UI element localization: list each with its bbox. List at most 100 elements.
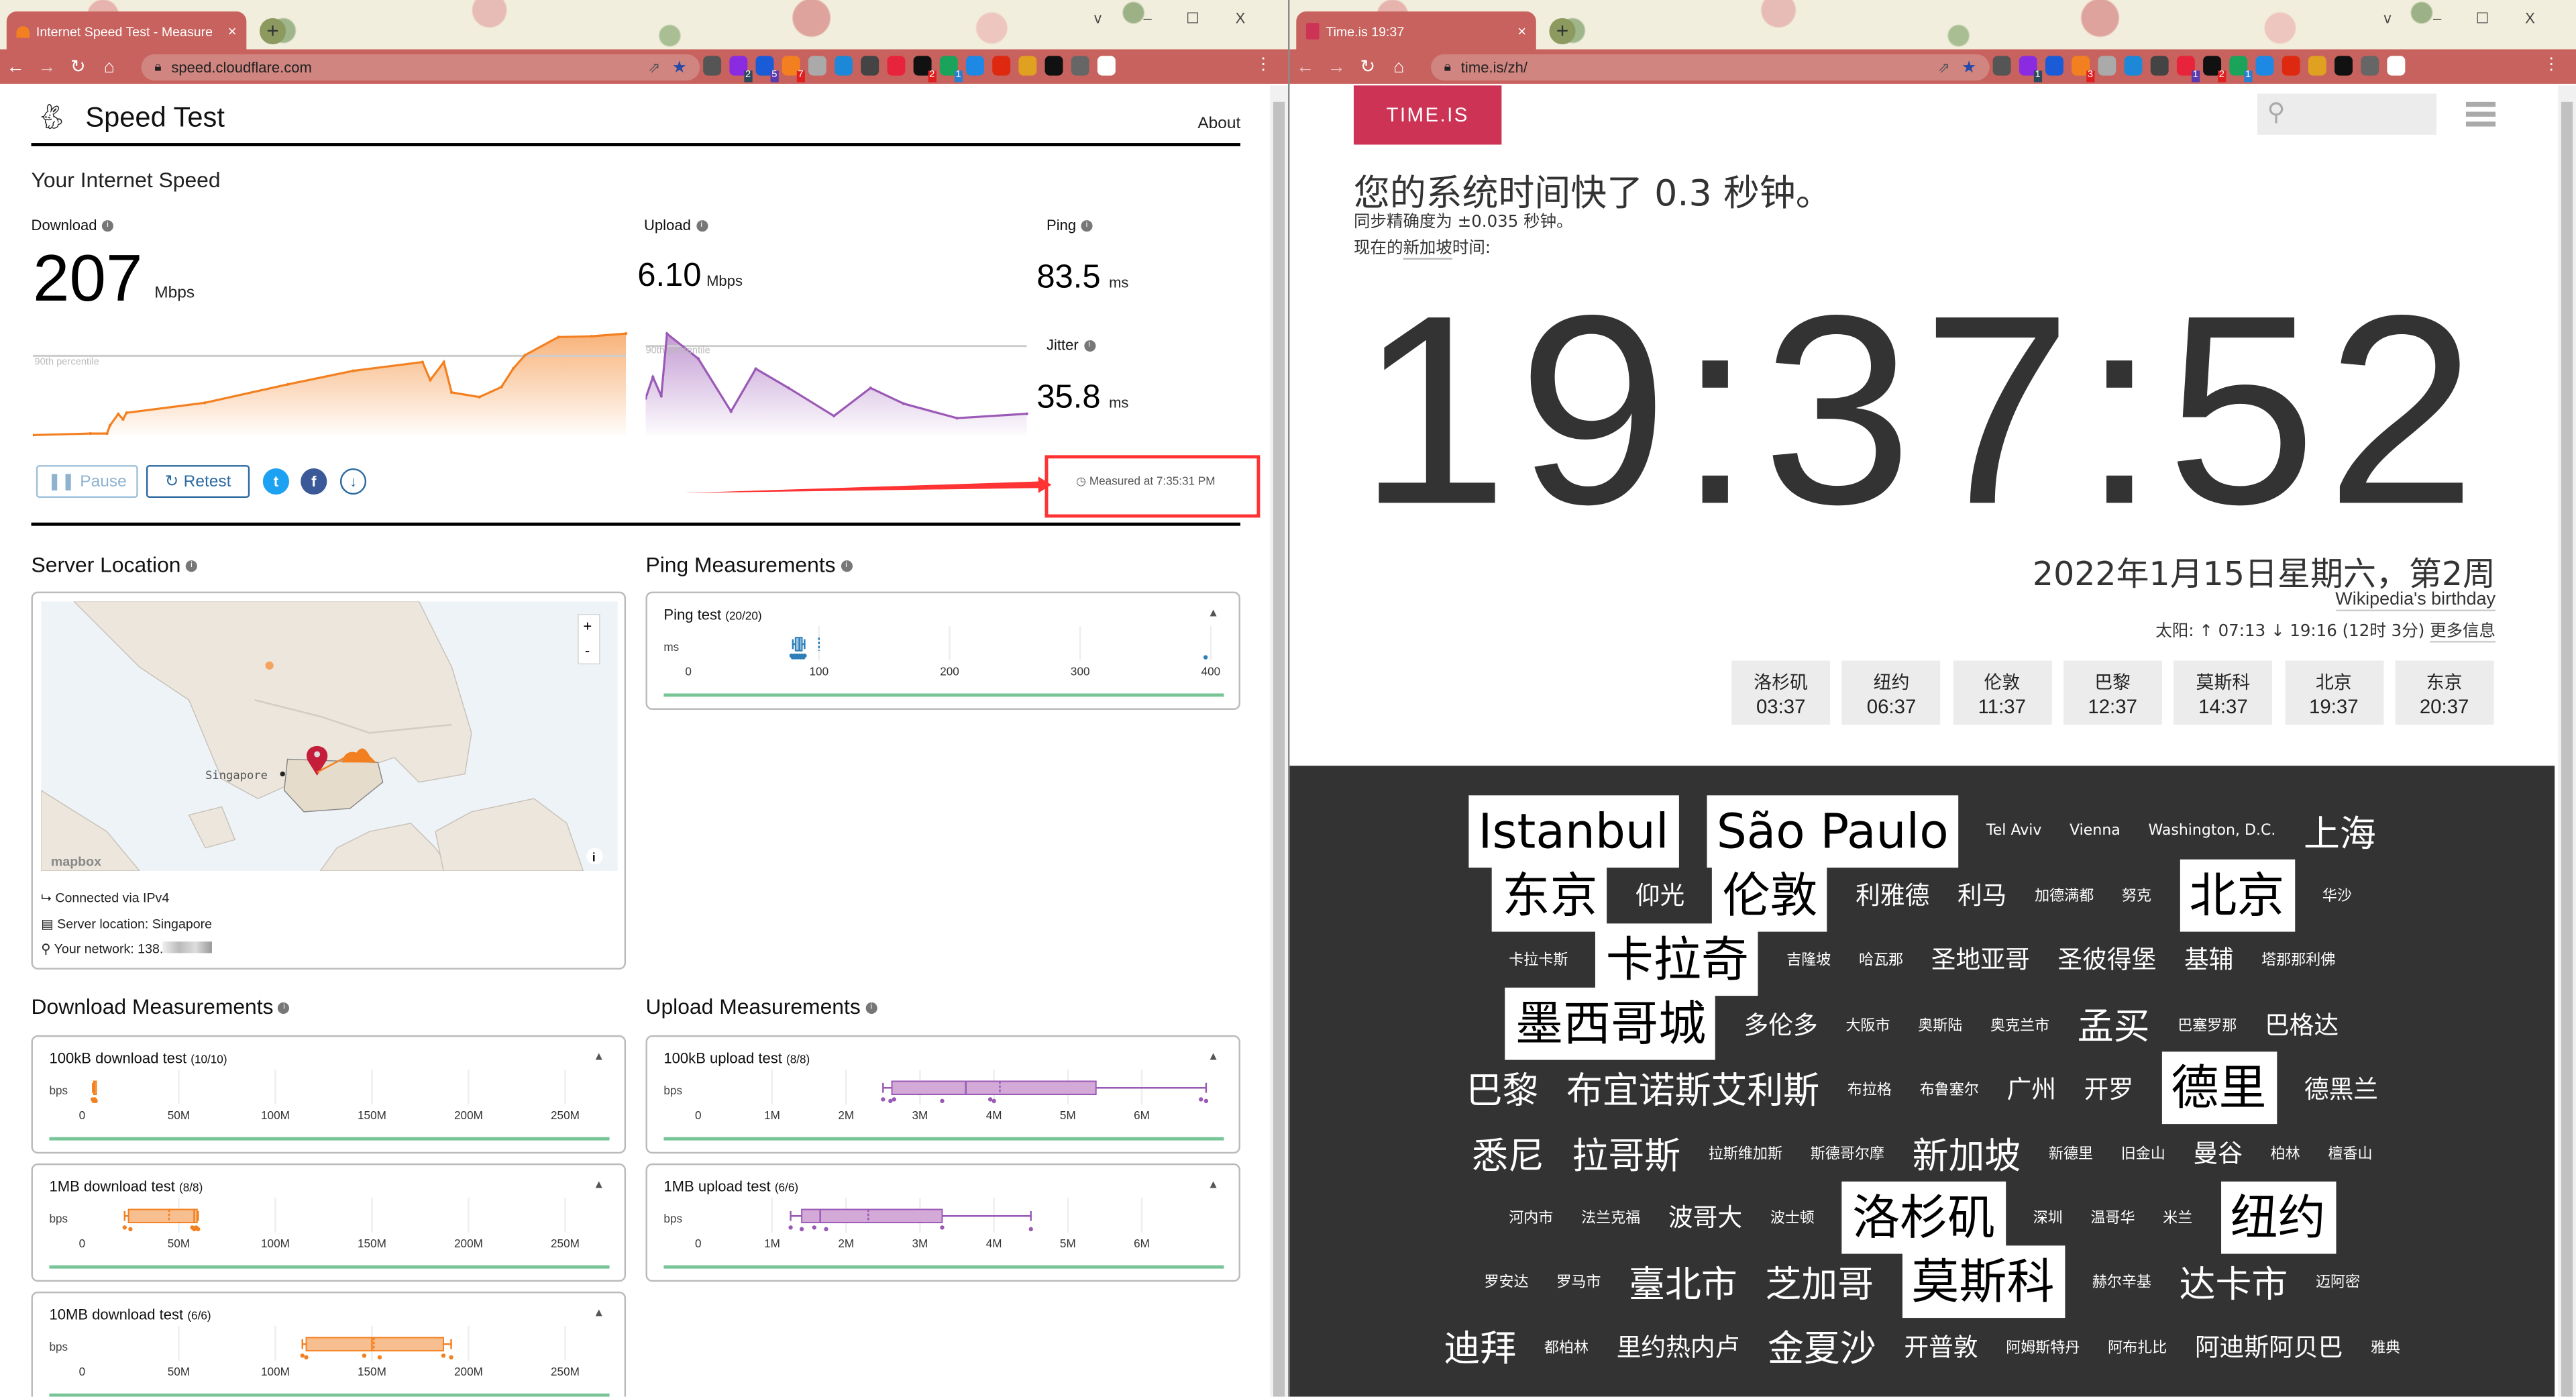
city-link[interactable]: 新加坡 xyxy=(1913,1127,2021,1179)
city-link[interactable]: Tel Aviv xyxy=(1986,823,2041,839)
city-link[interactable]: Washington, D.C. xyxy=(2148,823,2275,839)
holiday-link[interactable]: Wikipedia's birthday xyxy=(2335,590,2496,612)
browser-menu-icon[interactable]: ⋮ xyxy=(1255,56,1271,74)
city-link[interactable]: 悉尼 xyxy=(1472,1127,1544,1179)
extension-icon[interactable] xyxy=(1018,56,1037,76)
maximize-icon[interactable]: ☐ xyxy=(2476,10,2489,28)
city-link[interactable]: 都柏林 xyxy=(1544,1335,1589,1356)
reload-icon[interactable]: ↻ xyxy=(62,56,94,77)
city-link[interactable]: 法兰克福 xyxy=(1581,1206,1640,1227)
city-clock-box[interactable]: 东京 20:37 xyxy=(2395,660,2494,725)
city-link[interactable]: 努克 xyxy=(2122,884,2151,905)
city-link[interactable]: 阿姆斯特丹 xyxy=(2006,1335,2080,1356)
city-link[interactable]: 利马 xyxy=(1957,878,2007,912)
city-link[interactable]: 拉斯维加斯 xyxy=(1709,1142,1782,1163)
city-link[interactable]: 德里 xyxy=(2161,1052,2277,1125)
extension-icon[interactable] xyxy=(2387,56,2406,76)
tab-speed-test[interactable]: Internet Speed Test - Measure × xyxy=(6,11,247,51)
city-link[interactable]: 开普敦 xyxy=(1904,1329,1978,1363)
extension-icon[interactable] xyxy=(2150,56,2169,76)
city-clock-box[interactable]: 莫斯科 14:37 xyxy=(2174,660,2273,725)
city-link[interactable]: 圣彼得堡 xyxy=(2057,942,2156,976)
city-link[interactable]: 东京 xyxy=(1492,859,1608,931)
city-link[interactable]: 迈阿密 xyxy=(2316,1271,2360,1292)
city-link[interactable]: 上海 xyxy=(2304,805,2376,857)
city-link[interactable]: 加德满都 xyxy=(2035,884,2094,905)
extension-icon[interactable] xyxy=(2361,56,2379,76)
city-link[interactable]: 米兰 xyxy=(2163,1206,2192,1227)
info-icon[interactable]: i xyxy=(185,560,198,572)
address-bar[interactable]: 🔒︎ time.is/zh/ ⇗ ★ xyxy=(1431,54,1990,81)
city-link[interactable]: 巴黎 xyxy=(1466,1062,1539,1115)
minimize-icon[interactable]: – xyxy=(2433,10,2441,26)
share-icon[interactable]: ⇗ xyxy=(648,58,660,76)
minimize-icon[interactable]: – xyxy=(1144,10,1152,26)
city-link[interactable]: 多伦多 xyxy=(1743,1006,1817,1041)
about-link[interactable]: About xyxy=(1197,115,1240,133)
city-link[interactable]: 开罗 xyxy=(2084,1071,2134,1105)
city-link[interactable]: 莫斯科 xyxy=(1901,1245,2065,1318)
extension-icon[interactable]: 1 xyxy=(2019,56,2043,83)
location-city-link[interactable]: 新加坡 xyxy=(1403,240,1452,260)
close-window-icon[interactable]: X xyxy=(2525,10,2535,26)
address-bar[interactable]: 🔒︎ speed.cloudflare.com ⇗ ★ xyxy=(141,54,700,81)
city-clock-box[interactable]: 伦敦 11:37 xyxy=(1952,660,2051,725)
city-link[interactable]: São Paulo xyxy=(1707,794,1959,867)
extension-icon[interactable] xyxy=(2308,56,2326,76)
city-link[interactable]: 墨西哥城 xyxy=(1505,988,1716,1060)
close-window-icon[interactable]: X xyxy=(1236,10,1246,26)
extension-icon[interactable] xyxy=(1992,56,2011,76)
scrollbar-thumb[interactable] xyxy=(2561,101,2573,1397)
back-icon[interactable]: ← xyxy=(1289,56,1321,76)
facebook-share-icon[interactable]: f xyxy=(301,468,327,495)
city-link[interactable]: 纽约 xyxy=(2220,1181,2336,1253)
mapbox-attribution-logo[interactable]: mapbox xyxy=(51,855,101,870)
city-link[interactable]: 洛杉矶 xyxy=(1842,1181,2006,1253)
city-clock-box[interactable]: 巴黎 12:37 xyxy=(2063,660,2162,725)
city-clock-box[interactable]: 纽约 06:37 xyxy=(1842,660,1941,725)
forward-icon[interactable]: → xyxy=(32,56,63,76)
city-clock-box[interactable]: 洛杉矶 03:37 xyxy=(1731,660,1831,725)
extension-icon[interactable] xyxy=(1071,56,1089,76)
city-link[interactable]: 斯德哥尔摩 xyxy=(1811,1142,1884,1163)
city-link[interactable]: 卡拉奇 xyxy=(1596,923,1759,996)
city-link[interactable]: 芝加哥 xyxy=(1765,1255,1874,1308)
extension-icon[interactable] xyxy=(835,56,853,76)
extension-icon[interactable] xyxy=(2124,56,2143,76)
info-icon[interactable]: i xyxy=(840,560,853,572)
city-link[interactable]: 德黑兰 xyxy=(2304,1071,2378,1105)
info-icon[interactable]: i xyxy=(278,1002,290,1015)
extension-icon[interactable]: 2 xyxy=(2203,56,2226,83)
extension-icon[interactable]: 2 xyxy=(913,56,936,83)
city-link[interactable]: 塔那那利佛 xyxy=(2261,949,2335,970)
new-tab-button[interactable]: + xyxy=(259,17,286,45)
extension-icon[interactable] xyxy=(2334,56,2353,76)
info-icon[interactable]: i xyxy=(1081,220,1093,232)
city-link[interactable]: 雅典 xyxy=(2371,1335,2400,1356)
pause-button[interactable]: ❚❚ Pause xyxy=(36,465,138,499)
info-icon[interactable]: i xyxy=(101,220,114,232)
city-link[interactable]: 臺北市 xyxy=(1629,1255,1737,1308)
city-link[interactable]: 布拉格 xyxy=(1847,1078,1892,1098)
city-link[interactable]: 迪拜 xyxy=(1444,1320,1516,1372)
info-icon[interactable]: i xyxy=(865,1002,877,1015)
city-link[interactable]: 基辅 xyxy=(2184,942,2234,976)
extension-icon[interactable] xyxy=(1097,56,1116,76)
city-link[interactable]: 柏林 xyxy=(2271,1142,2300,1163)
home-icon[interactable]: ⌂ xyxy=(94,56,125,76)
new-tab-button[interactable]: + xyxy=(1549,17,1576,45)
map-info-icon[interactable]: i xyxy=(592,850,596,864)
city-link[interactable]: 檀香山 xyxy=(2328,1142,2372,1163)
extension-icon[interactable]: 1 xyxy=(2229,56,2253,83)
info-icon[interactable]: i xyxy=(696,220,708,232)
city-link[interactable]: 温哥华 xyxy=(2090,1206,2135,1227)
extension-icon[interactable]: 2 xyxy=(729,56,753,83)
extension-icon[interactable]: 3 xyxy=(2072,56,2095,83)
city-link[interactable]: Vienna xyxy=(2070,823,2121,839)
bookmark-star-icon[interactable]: ★ xyxy=(1962,58,1976,76)
extension-icon[interactable]: 1 xyxy=(2176,56,2200,83)
close-tab-icon[interactable]: × xyxy=(228,23,237,39)
tab-search-icon[interactable]: v xyxy=(2383,10,2391,26)
city-link[interactable]: 布宜诺斯艾利斯 xyxy=(1566,1062,1819,1115)
extension-icon[interactable] xyxy=(2282,56,2300,76)
